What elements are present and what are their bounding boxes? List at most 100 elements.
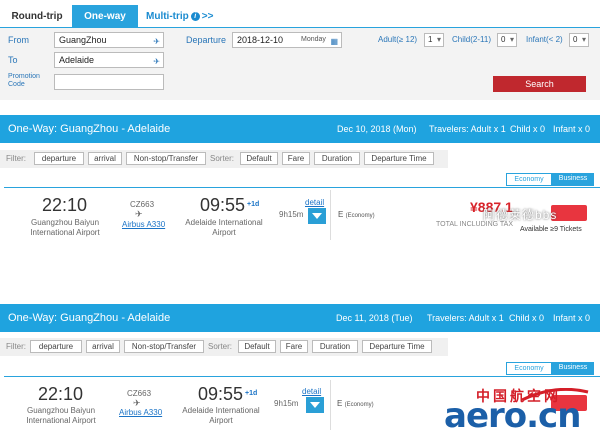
filter-bar: Filter: departure arrival Non-stop/Trans… [0, 150, 448, 168]
result-header: One-Way: GuangZhou - Adelaide Dec 10, 20… [0, 115, 600, 143]
from-value: GuangZhou [59, 35, 107, 45]
wechat-watermark: 阿德莱德bbs [483, 208, 558, 222]
tab-multi-trip[interactable]: Multi-trip i >> [146, 5, 256, 28]
tab-one-way[interactable]: One-way [72, 5, 138, 28]
filter-label: Filter: [6, 154, 26, 163]
from-label: From [8, 35, 29, 45]
travelers-infant: Infant x 0 [553, 124, 591, 134]
departure-airport-line1: Guangzhou Baiyun [26, 406, 96, 415]
detail-link[interactable]: detail [305, 198, 324, 207]
filter-nonstop-button[interactable]: Non-stop/Transfer [126, 152, 206, 165]
arrival-airport: Adelaide International Airport [173, 406, 269, 426]
travelers-child: Child x 0 [510, 124, 546, 134]
column-separator [330, 380, 331, 430]
airplane-icon: ✈ [135, 209, 143, 219]
arrival-time: 09:55 [200, 195, 246, 215]
aircraft-link[interactable]: Airbus A330 [122, 220, 165, 229]
cabin-class: E (Economy) [338, 210, 375, 219]
arrival-airport-line2: Airport [209, 416, 233, 425]
to-value: Adelaide [59, 55, 95, 65]
departure-airport-line2: International Airport [30, 228, 100, 237]
departure-airport: Guangzhou Baiyun International Airport [20, 218, 110, 238]
departure-airport: Guangzhou Baiyun International Airport [16, 406, 106, 426]
flight-number: CZ663 [130, 200, 155, 209]
filter-departure-button[interactable]: departure [34, 152, 84, 165]
departure-day: Monday [301, 36, 326, 43]
column-separator [330, 190, 331, 240]
cabin-class-code: E [337, 399, 343, 408]
filter-bar: Filter: departure arrival Non-stop/Trans… [0, 338, 448, 356]
to-field[interactable]: Adelaide ✈ [54, 52, 164, 68]
site-logo-watermark: aero.cn [444, 396, 581, 436]
promo-label-line1: Promotion [8, 73, 40, 80]
tab-round-trip[interactable]: Round-trip [4, 5, 70, 28]
sort-departure-time-button[interactable]: Departure Time [364, 152, 434, 165]
arrival-airport-line2: Airport [212, 228, 236, 237]
cabin-class-note: (Economy) [345, 213, 375, 219]
arrival-time: 09:55 [198, 384, 244, 404]
sorter-label: Sorter: [208, 342, 233, 351]
aircraft-link[interactable]: Airbus A330 [119, 408, 162, 417]
infant-select[interactable]: 0 [569, 33, 589, 47]
adult-label: Adult(≥ 12) [378, 35, 418, 44]
promo-label-line2: Code [8, 81, 25, 88]
detail-toggle-button[interactable] [308, 208, 326, 224]
detail-link[interactable]: detail [302, 387, 321, 396]
row-divider [4, 376, 600, 377]
tab-multi-trip-label: Multi-trip [146, 11, 189, 22]
promo-label: Promotion Code [8, 73, 40, 89]
departure-date-value: 2018-12-10 [237, 35, 284, 45]
flight-date: Dec 10, 2018 (Mon) [337, 124, 417, 134]
sort-duration-button[interactable]: Duration [314, 152, 360, 165]
landing-icon: ✈ [153, 57, 160, 66]
sort-default-button[interactable]: Default [238, 340, 276, 353]
row-divider [4, 187, 600, 188]
departure-airport-line1: Guangzhou Baiyun [30, 218, 100, 227]
next-day-badge: +1d [247, 201, 260, 208]
flight-number: CZ663 [127, 389, 152, 398]
travelers-adult: Travelers: Adult x 1 [429, 124, 506, 134]
route-title: One-Way: GuangZhou - Adelaide [8, 123, 171, 135]
detail-toggle-button[interactable] [306, 397, 324, 413]
cabin-class-code: E [338, 210, 344, 219]
to-label: To [8, 55, 18, 65]
arrival-airport-line1: Adelaide International [185, 218, 263, 227]
cabin-tab-economy[interactable]: Economy [506, 173, 552, 186]
info-icon[interactable]: i [190, 12, 200, 21]
arrival-airport-line1: Adelaide International [182, 406, 260, 415]
filter-label: Filter: [6, 342, 26, 351]
flight-duration: 9h15m [279, 210, 304, 219]
cabin-class-note: (Economy) [344, 402, 374, 408]
calendar-icon[interactable]: ▦ [330, 35, 338, 49]
adult-select[interactable]: 1 [424, 33, 444, 47]
sort-default-button[interactable]: Default [240, 152, 278, 165]
filter-arrival-button[interactable]: arrival [86, 340, 120, 353]
sorter-label: Sorter: [210, 154, 235, 163]
cabin-class: E (Economy) [337, 399, 374, 408]
child-select[interactable]: 0 [497, 33, 517, 47]
departure-date-field[interactable]: 2018-12-10 Monday ▦ [232, 32, 342, 48]
next-day-badge: +1d [245, 390, 258, 397]
filter-departure-button[interactable]: departure [30, 340, 82, 353]
infant-label: Infant(< 2) [526, 35, 563, 44]
sort-duration-button[interactable]: Duration [312, 340, 358, 353]
sort-departure-time-button[interactable]: Departure Time [362, 340, 432, 353]
sort-fare-button[interactable]: Fare [282, 152, 310, 165]
travelers-adult: Travelers: Adult x 1 [427, 313, 504, 323]
search-button[interactable]: Search [493, 76, 586, 92]
tab-multi-trip-arrows: >> [201, 11, 214, 22]
sort-fare-button[interactable]: Fare [280, 340, 308, 353]
route-title: One-Way: GuangZhou - Adelaide [8, 312, 171, 324]
cabin-tab-business[interactable]: Business [552, 362, 594, 375]
promo-code-field[interactable] [54, 74, 164, 90]
flight-date: Dec 11, 2018 (Tue) [336, 313, 413, 323]
from-field[interactable]: GuangZhou ✈ [54, 32, 164, 48]
filter-arrival-button[interactable]: arrival [88, 152, 122, 165]
cabin-tab-business[interactable]: Business [552, 173, 594, 186]
departure-time: 22:10 [42, 195, 88, 215]
cabin-tab-economy[interactable]: Economy [506, 362, 552, 375]
result-header: One-Way: GuangZhou - Adelaide Dec 11, 20… [0, 304, 600, 332]
filter-nonstop-button[interactable]: Non-stop/Transfer [124, 340, 204, 353]
takeoff-icon: ✈ [153, 37, 160, 46]
departure-time: 22:10 [38, 384, 84, 404]
